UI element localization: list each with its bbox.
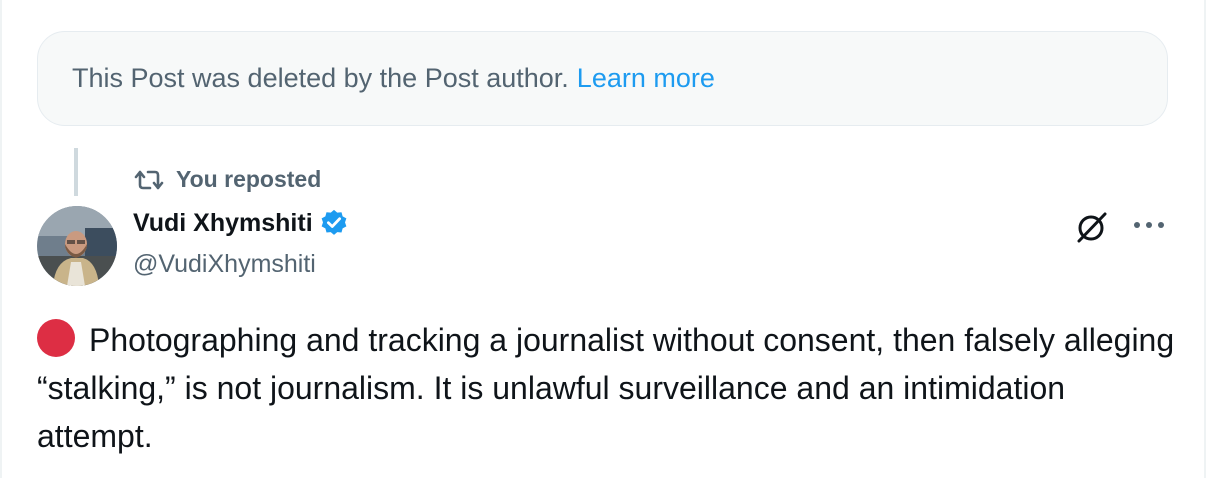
thread-line — [74, 148, 78, 196]
avatar[interactable] — [37, 206, 117, 286]
deleted-notice-text: This Post was deleted by the Post author… — [72, 63, 569, 93]
deleted-post-notice: This Post was deleted by the Post author… — [37, 31, 1168, 126]
author-name[interactable]: Vudi Xhymshiti — [133, 209, 313, 238]
grok-icon[interactable] — [1074, 210, 1110, 249]
tweet-body: Photographing and tracking a journalist … — [37, 322, 1175, 454]
tweet-text: Photographing and tracking a journalist … — [37, 316, 1177, 460]
repost-icon — [134, 170, 164, 189]
red-circle-icon — [37, 319, 75, 357]
more-icon[interactable] — [1130, 212, 1168, 243]
author-name-row[interactable]: Vudi Xhymshiti — [133, 208, 349, 238]
repost-label: You reposted — [176, 166, 322, 192]
repost-indicator: You reposted — [134, 166, 321, 193]
learn-more-link[interactable]: Learn more — [577, 63, 715, 94]
author-handle[interactable]: @VudiXhymshiti — [133, 250, 316, 279]
verified-badge-icon — [321, 209, 347, 235]
